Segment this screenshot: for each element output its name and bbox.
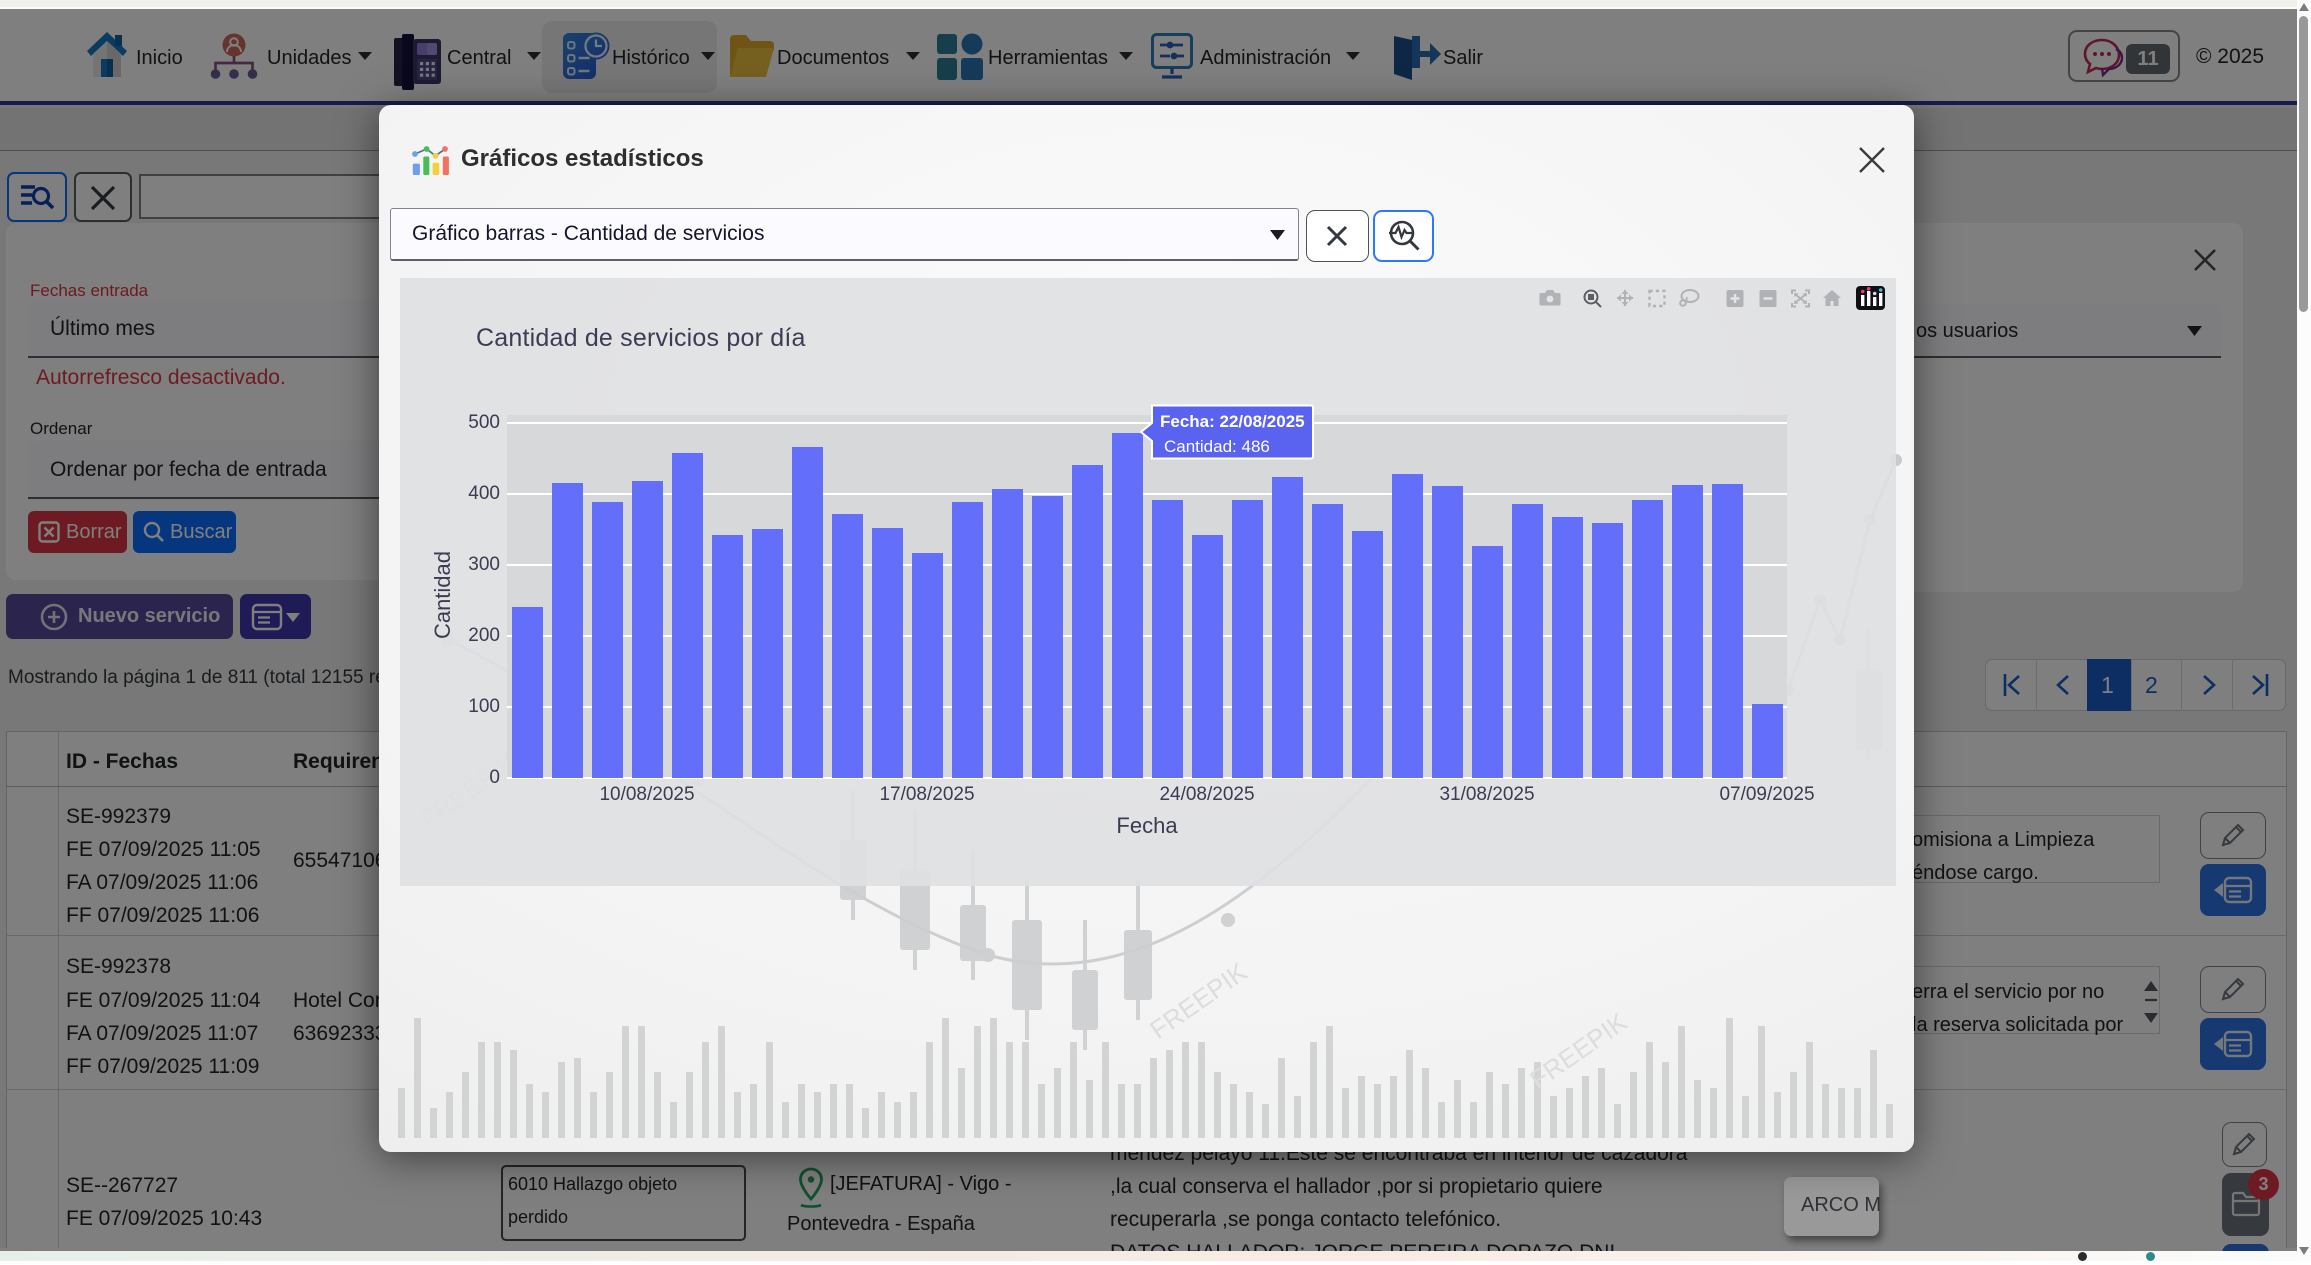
svg-text:FREEPIK: FREEPIK: [1144, 956, 1253, 1045]
svg-text:FREEPIK: FREEPIK: [1524, 1006, 1633, 1095]
